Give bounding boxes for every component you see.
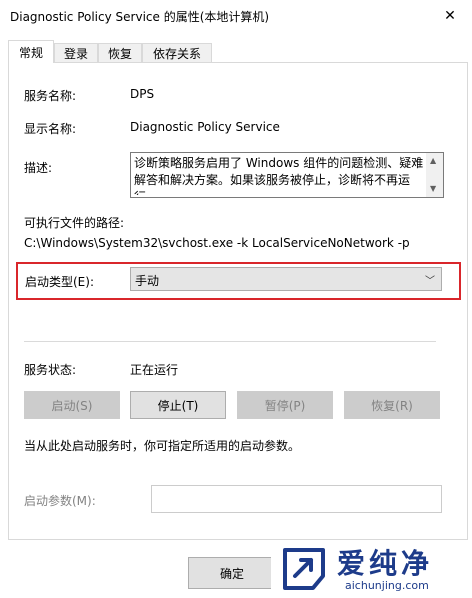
stop-button[interactable]: 停止(T) [130,391,226,419]
display-name-label: 显示名称: [24,122,77,136]
scroll-down-icon[interactable]: ▼ [430,184,436,193]
window-title: Diagnostic Policy Service 的属性(本地计算机) [10,10,270,24]
divider [24,341,436,342]
startup-type-select[interactable]: 手动 ﹀ [130,267,442,291]
title-bar: Diagnostic Policy Service 的属性(本地计算机) ✕ [0,0,472,31]
start-params-input[interactable] [151,485,442,513]
service-status-value: 正在运行 [130,363,179,377]
startup-type-value: 手动 [135,274,160,288]
tab-recovery[interactable]: 恢复 [98,43,142,63]
watermark-cn-text: 爱纯净 [337,547,434,580]
start-button[interactable]: 启动(S) [24,391,120,419]
watermark-logo-icon [283,548,325,590]
description-text: 诊断策略服务启用了 Windows 组件的问题检测、疑难解答和解决方案。如果该服… [134,156,424,195]
service-status-label: 服务状态: [24,363,77,377]
tab-dependencies[interactable]: 依存关系 [142,43,212,63]
tab-strip: 常规 登录 恢复 依存关系 [8,40,468,63]
watermark: 爱纯净 aichunjing.com [271,540,472,598]
resume-button[interactable]: 恢复(R) [344,391,440,419]
tab-logon[interactable]: 登录 [54,43,98,63]
start-params-hint: 当从此处启动服务时，你可指定所适用的启动参数。 [24,439,301,453]
exe-path-value: C:\Windows\System32\svchost.exe -k Local… [24,236,410,250]
display-name-value: Diagnostic Policy Service [130,120,280,134]
service-name-value: DPS [130,87,155,101]
description-scrollbar[interactable]: ▲ ▼ [426,153,443,197]
close-icon[interactable]: ✕ [428,0,472,31]
tab-general[interactable]: 常规 [8,40,54,63]
start-params-label: 启动参数(M): [24,494,96,508]
service-name-label: 服务名称: [24,89,77,103]
general-panel: 服务名称: DPS 显示名称: Diagnostic Policy Servic… [8,62,468,540]
exe-path-label: 可执行文件的路径: [24,216,125,230]
description-label: 描述: [24,161,53,175]
ok-button[interactable]: 确定 [188,557,276,589]
watermark-url-text: aichunjing.com [345,579,429,592]
pause-button[interactable]: 暂停(P) [237,391,333,419]
chevron-down-icon: ﹀ [425,276,435,287]
startup-type-label: 启动类型(E): [25,275,94,289]
description-box[interactable]: 诊断策略服务启用了 Windows 组件的问题检测、疑难解答和解决方案。如果该服… [130,152,444,198]
scroll-up-icon[interactable]: ▲ [430,156,436,165]
